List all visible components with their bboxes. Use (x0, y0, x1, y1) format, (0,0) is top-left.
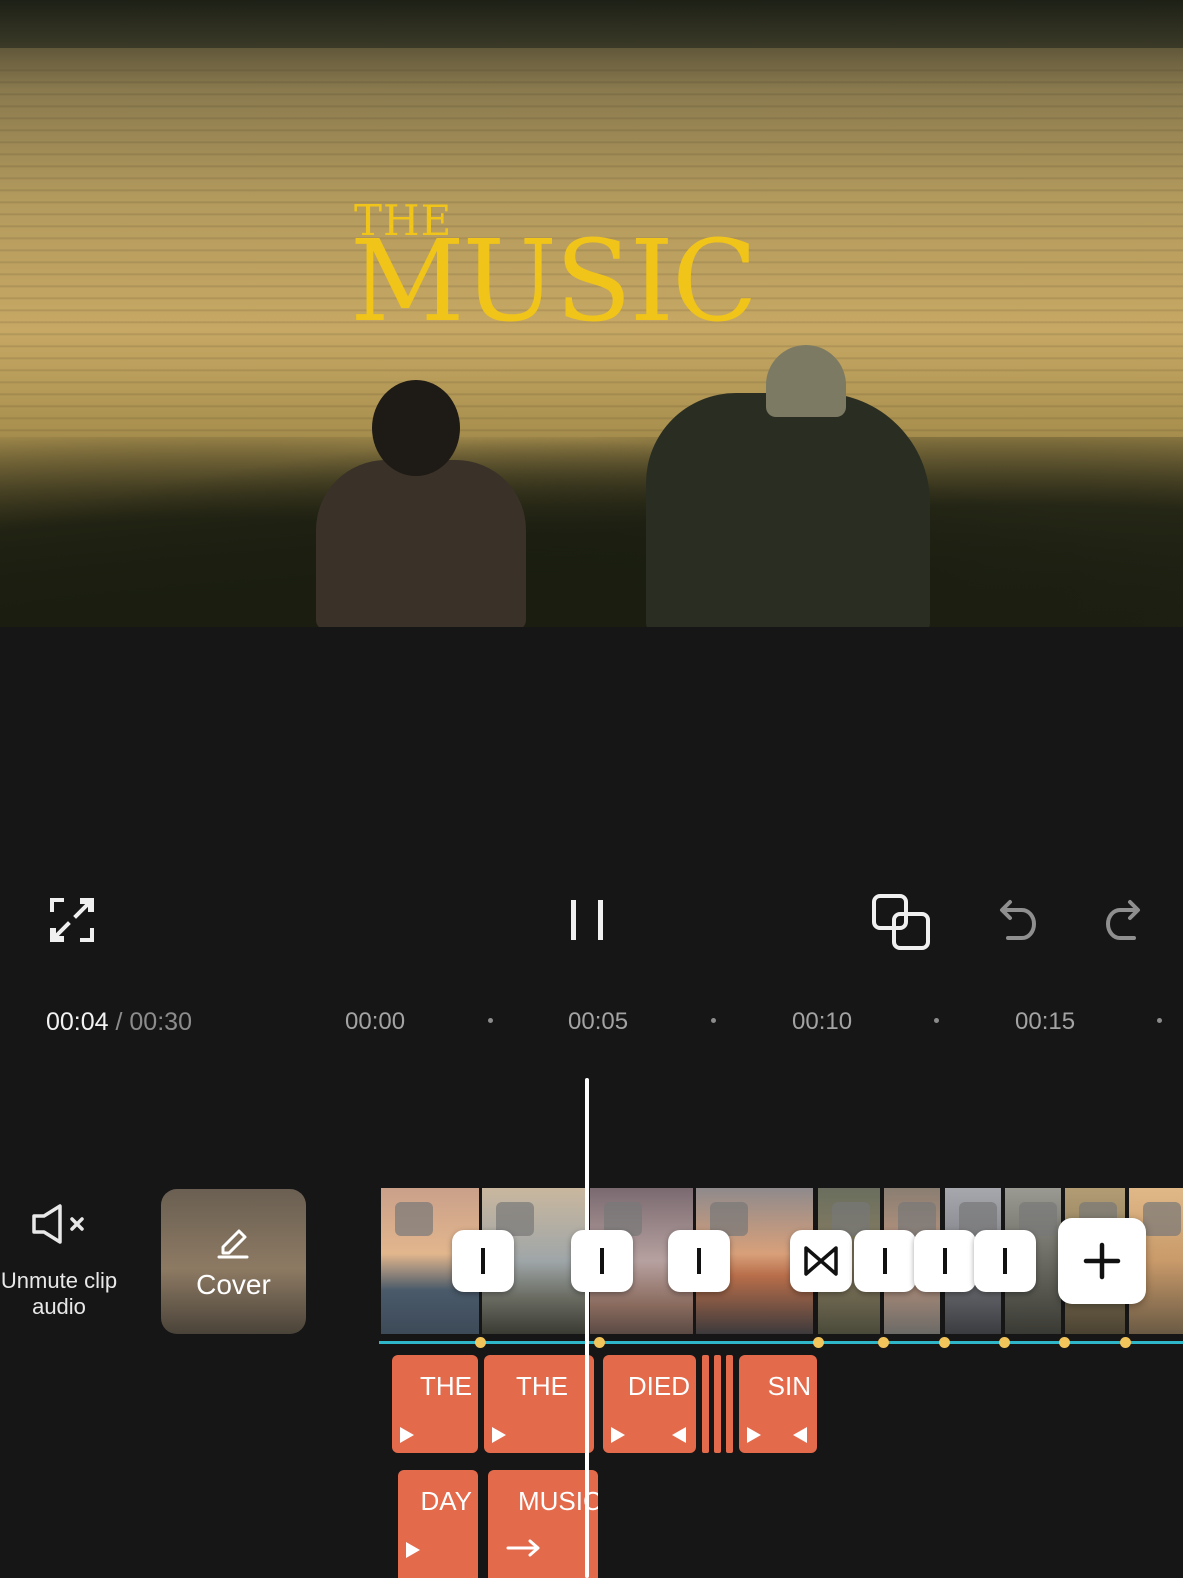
text-clip[interactable]: THE (484, 1355, 594, 1453)
unmute-clip-audio-label: Unmute clip audio (0, 1268, 124, 1320)
person-right-hat (766, 345, 846, 417)
ruler-tick-label: 00:10 (792, 1008, 853, 1035)
current-time: 00:04 (46, 1008, 109, 1036)
keyframe-dot[interactable] (475, 1337, 486, 1348)
transition-effect-icon (804, 1246, 838, 1276)
cover-button[interactable]: Cover (161, 1189, 306, 1334)
keyframe-dot[interactable] (999, 1337, 1010, 1348)
keyframe-dot[interactable] (1120, 1337, 1131, 1348)
overlay-icon (872, 894, 930, 950)
ruler-dot (711, 1018, 716, 1023)
arrow-right-icon (506, 1539, 540, 1557)
redo-button[interactable] (1098, 896, 1146, 944)
muted-speaker-icon (32, 1204, 84, 1244)
animation-in-icon (747, 1427, 761, 1443)
text-clip-mini[interactable] (726, 1355, 733, 1453)
clip-muted-icon (1143, 1202, 1181, 1236)
time-separator: / (108, 1008, 130, 1036)
text-clip[interactable]: DAY (398, 1470, 478, 1578)
transition-divider-icon (1003, 1248, 1007, 1274)
keyframe-dot[interactable] (594, 1337, 605, 1348)
total-time: 00:30 (129, 1008, 192, 1036)
fullscreen-icon (50, 898, 94, 942)
transition-divider-icon (481, 1248, 485, 1274)
person-left-head (372, 380, 460, 476)
undo-icon (1000, 900, 1036, 940)
text-clip[interactable]: SIN (739, 1355, 817, 1453)
animation-in-icon (611, 1427, 625, 1443)
ruler-dot (488, 1018, 493, 1023)
text-clip[interactable]: THE (392, 1355, 478, 1453)
far-shore (0, 0, 1183, 48)
overlay-title-line2[interactable]: MUSIC (350, 222, 758, 342)
foreground-vegetation (0, 437, 1183, 627)
text-clip-mini[interactable] (702, 1355, 709, 1453)
keyframe-dot[interactable] (939, 1337, 950, 1348)
animation-out-icon (672, 1427, 686, 1443)
add-clip-button[interactable] (1058, 1218, 1146, 1304)
text-clip-label: SIN (767, 1371, 811, 1401)
text-clip-label: THE (516, 1371, 568, 1401)
person-silhouette-right (646, 345, 930, 627)
text-clip-mini[interactable] (714, 1355, 721, 1453)
fullscreen-button[interactable] (48, 896, 96, 944)
edit-pencil-icon (217, 1229, 249, 1259)
keyframe-dot[interactable] (1059, 1337, 1070, 1348)
play-pause-button[interactable] (562, 896, 612, 944)
plus-icon (1083, 1242, 1121, 1280)
ruler-tick-label: 00:00 (345, 1008, 406, 1035)
ruler-tick-label: 00:05 (568, 1008, 629, 1035)
animation-out-icon (793, 1427, 807, 1443)
unmute-clip-audio-button[interactable]: Unmute clip audio (0, 1200, 120, 1320)
ruler-dot (934, 1018, 939, 1023)
animation-in-icon (406, 1542, 420, 1558)
text-clip-label: DAY (420, 1486, 472, 1516)
transition-button[interactable] (452, 1230, 514, 1292)
pause-icon (571, 900, 603, 940)
text-clip-label: DIED (627, 1371, 690, 1401)
text-clip-label: THE (420, 1371, 472, 1401)
redo-icon (1106, 900, 1140, 940)
transition-button[interactable] (854, 1230, 916, 1292)
animation-in-icon (400, 1427, 414, 1443)
transition-divider-icon (697, 1248, 701, 1274)
text-clip[interactable]: MUSIC (488, 1470, 598, 1578)
time-readout: 00:04 / 00:30 (46, 1008, 192, 1037)
overlay-button[interactable] (870, 892, 934, 952)
transition-button[interactable] (974, 1230, 1036, 1292)
transition-button-active[interactable] (790, 1230, 852, 1292)
text-clip[interactable]: DIED (603, 1355, 696, 1453)
transition-button[interactable] (571, 1230, 633, 1292)
unmute-label-line2: audio (32, 1294, 86, 1319)
person-right-body (646, 393, 930, 627)
keyframe-dot[interactable] (813, 1337, 824, 1348)
transition-divider-icon (600, 1248, 604, 1274)
transition-divider-icon (943, 1248, 947, 1274)
playhead[interactable] (585, 1078, 589, 1578)
cover-label: Cover (196, 1269, 271, 1300)
transition-divider-icon (883, 1248, 887, 1274)
animation-in-icon (492, 1427, 506, 1443)
video-preview[interactable]: THE MUSIC (0, 0, 1183, 627)
transition-button[interactable] (668, 1230, 730, 1292)
transition-button[interactable] (914, 1230, 976, 1292)
person-silhouette-left (316, 380, 526, 627)
ruler-tick-label: 00:15 (1015, 1008, 1076, 1035)
unmute-label-line1: Unmute clip (0, 1268, 118, 1293)
person-left-body (316, 460, 526, 627)
undo-button[interactable] (994, 896, 1042, 944)
ruler-dot (1157, 1018, 1162, 1023)
keyframe-dot[interactable] (878, 1337, 889, 1348)
clip-muted-icon (395, 1202, 433, 1236)
